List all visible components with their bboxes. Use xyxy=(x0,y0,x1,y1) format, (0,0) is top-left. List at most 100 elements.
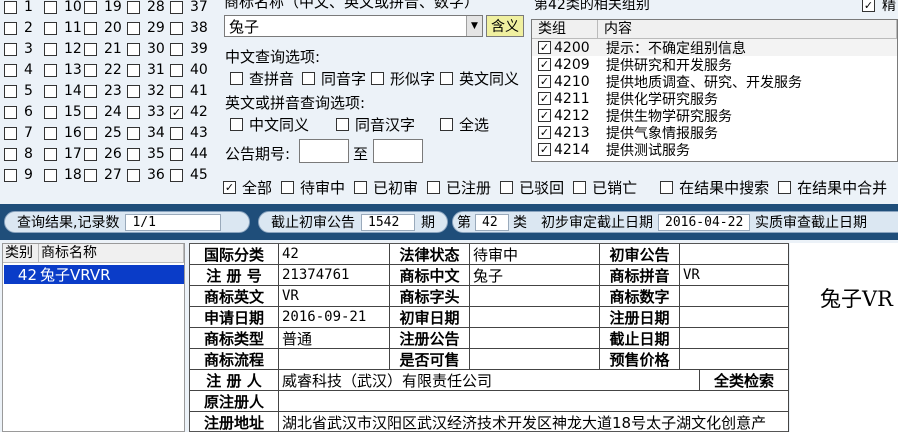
checkbox-icon[interactable] xyxy=(170,63,183,77)
class-checkbox-40[interactable]: 40 xyxy=(170,60,208,80)
group-list[interactable]: 类组 内容 4200提示：不确定组别信息4209提供研究和开发服务4210提供地… xyxy=(531,19,898,162)
checkbox-icon[interactable] xyxy=(230,72,243,85)
group-row[interactable]: 4209提供研究和开发服务 xyxy=(532,56,897,74)
en-option-select-all[interactable]: 全选 xyxy=(440,114,489,135)
class-checkbox-18[interactable]: 18 xyxy=(44,165,82,185)
column-header-class[interactable]: 类别 xyxy=(3,244,39,262)
checkbox-icon[interactable] xyxy=(500,180,514,194)
class-checkbox-22[interactable]: 22 xyxy=(84,60,122,80)
checkbox-icon[interactable] xyxy=(44,126,57,140)
en-option-homophone-hanzi[interactable]: 同音汉字 xyxy=(336,114,415,135)
checkbox-icon[interactable] xyxy=(127,63,140,77)
checkbox-icon[interactable] xyxy=(84,42,97,56)
checkbox-icon[interactable] xyxy=(281,180,295,194)
class-checkbox-14[interactable]: 14 xyxy=(44,81,82,101)
checkbox-icon[interactable] xyxy=(4,21,17,35)
column-header-content[interactable]: 内容 xyxy=(598,20,897,38)
checkbox-icon[interactable] xyxy=(354,180,368,194)
checkbox-icon[interactable] xyxy=(127,0,140,14)
class-checkbox-20[interactable]: 20 xyxy=(84,18,122,38)
checkbox-icon[interactable] xyxy=(862,0,875,12)
checkbox-icon[interactable] xyxy=(127,84,140,98)
group-row[interactable]: 4213提供气象情报服务 xyxy=(532,124,897,142)
filter-option-4[interactable]: 已驳回 xyxy=(500,177,564,198)
checkbox-icon[interactable] xyxy=(127,105,140,119)
checkbox-icon[interactable] xyxy=(170,168,183,182)
filter-option-6[interactable]: 在结果中搜索 xyxy=(660,177,769,198)
checkbox-icon[interactable] xyxy=(371,72,384,85)
class-checkbox-4[interactable]: 4 xyxy=(4,60,33,80)
checkbox-icon[interactable] xyxy=(4,168,17,182)
cn-option-pinyin[interactable]: 查拼音 xyxy=(230,68,294,89)
class-checkbox-12[interactable]: 12 xyxy=(44,39,82,59)
checkbox-icon[interactable] xyxy=(84,168,97,182)
period-to-input[interactable] xyxy=(373,139,423,163)
class-checkbox-32[interactable]: 32 xyxy=(127,81,165,101)
checkbox-icon[interactable] xyxy=(170,84,183,98)
checkbox-icon[interactable] xyxy=(84,126,97,140)
precise-option[interactable]: 精 xyxy=(862,0,896,15)
class-checkbox-6[interactable]: 6 xyxy=(4,102,33,122)
checkbox-icon[interactable] xyxy=(573,180,587,194)
checkbox-icon[interactable] xyxy=(44,84,57,98)
checkbox-icon[interactable] xyxy=(440,118,453,131)
class-checkbox-24[interactable]: 24 xyxy=(84,102,122,122)
group-row[interactable]: 4212提供生物学研究服务 xyxy=(532,107,897,125)
filter-option-1[interactable]: 待审中 xyxy=(281,177,345,198)
group-row[interactable]: 4210提供地质调查、研究、开发服务 xyxy=(532,73,897,91)
class-checkbox-29[interactable]: 29 xyxy=(127,18,165,38)
checkbox-icon[interactable] xyxy=(44,168,57,182)
checkbox-icon[interactable] xyxy=(4,84,17,98)
checkbox-icon[interactable] xyxy=(538,92,551,105)
checkbox-icon[interactable] xyxy=(4,105,17,119)
checkbox-icon[interactable] xyxy=(302,72,315,85)
checkbox-icon[interactable] xyxy=(84,0,97,14)
class-checkbox-39[interactable]: 39 xyxy=(170,39,208,59)
checkbox-icon[interactable] xyxy=(336,118,349,131)
group-row[interactable]: 4214 提供测试服务 xyxy=(532,141,897,159)
trademark-name-input[interactable]: 兔子 ▼ xyxy=(224,15,483,37)
class-checkbox-33[interactable]: 33 xyxy=(127,102,165,122)
checkbox-icon[interactable] xyxy=(127,126,140,140)
checkbox-icon[interactable] xyxy=(427,180,441,194)
filter-option-5[interactable]: 已销亡 xyxy=(573,177,637,198)
class-checkbox-36[interactable]: 36 xyxy=(127,165,165,185)
column-header-name[interactable]: 商标名称 xyxy=(39,244,184,262)
class-checkbox-16[interactable]: 16 xyxy=(44,123,82,143)
checkbox-icon[interactable] xyxy=(538,126,551,139)
group-row[interactable]: 4211提供化学研究服务 xyxy=(532,90,897,108)
checkbox-icon[interactable] xyxy=(127,21,140,35)
checkbox-icon[interactable] xyxy=(44,147,57,161)
result-row[interactable]: 42 兔子VRVR xyxy=(4,265,184,284)
checkbox-icon[interactable] xyxy=(84,63,97,77)
class-checkbox-13[interactable]: 13 xyxy=(44,60,82,80)
checkbox-icon[interactable] xyxy=(84,105,97,119)
checkbox-icon[interactable] xyxy=(223,180,236,194)
checkbox-icon[interactable] xyxy=(127,168,140,182)
class-checkbox-28[interactable]: 28 xyxy=(127,0,165,17)
class-checkbox-7[interactable]: 7 xyxy=(4,123,33,143)
group-row[interactable]: 4200提示：不确定组别信息 xyxy=(532,39,897,57)
checkbox-icon[interactable] xyxy=(538,75,551,88)
class-checkbox-45[interactable]: 45 xyxy=(170,165,208,185)
checkbox-icon[interactable] xyxy=(4,147,17,161)
filter-option-0[interactable]: 全部 xyxy=(223,177,272,198)
class-checkbox-27[interactable]: 27 xyxy=(84,165,122,185)
class-checkbox-43[interactable]: 43 xyxy=(170,123,208,143)
checkbox-icon[interactable] xyxy=(84,84,97,98)
result-list[interactable]: 类别 商标名称 42 兔子VRVR xyxy=(2,243,185,432)
checkbox-icon[interactable] xyxy=(4,126,17,140)
class-checkbox-17[interactable]: 17 xyxy=(44,144,82,164)
class-checkbox-34[interactable]: 34 xyxy=(127,123,165,143)
checkbox-icon[interactable] xyxy=(44,42,57,56)
class-checkbox-38[interactable]: 38 xyxy=(170,18,208,38)
checkbox-icon[interactable] xyxy=(4,0,17,14)
filter-option-7[interactable]: 在结果中合并 xyxy=(778,177,887,198)
checkbox-icon[interactable] xyxy=(4,42,17,56)
class-checkbox-35[interactable]: 35 xyxy=(127,144,165,164)
checkbox-icon[interactable] xyxy=(170,0,183,14)
checkbox-icon[interactable] xyxy=(538,143,551,156)
class-checkbox-21[interactable]: 21 xyxy=(84,39,122,59)
checkbox-icon[interactable] xyxy=(170,126,183,140)
meaning-button[interactable]: 含义 xyxy=(486,15,524,37)
